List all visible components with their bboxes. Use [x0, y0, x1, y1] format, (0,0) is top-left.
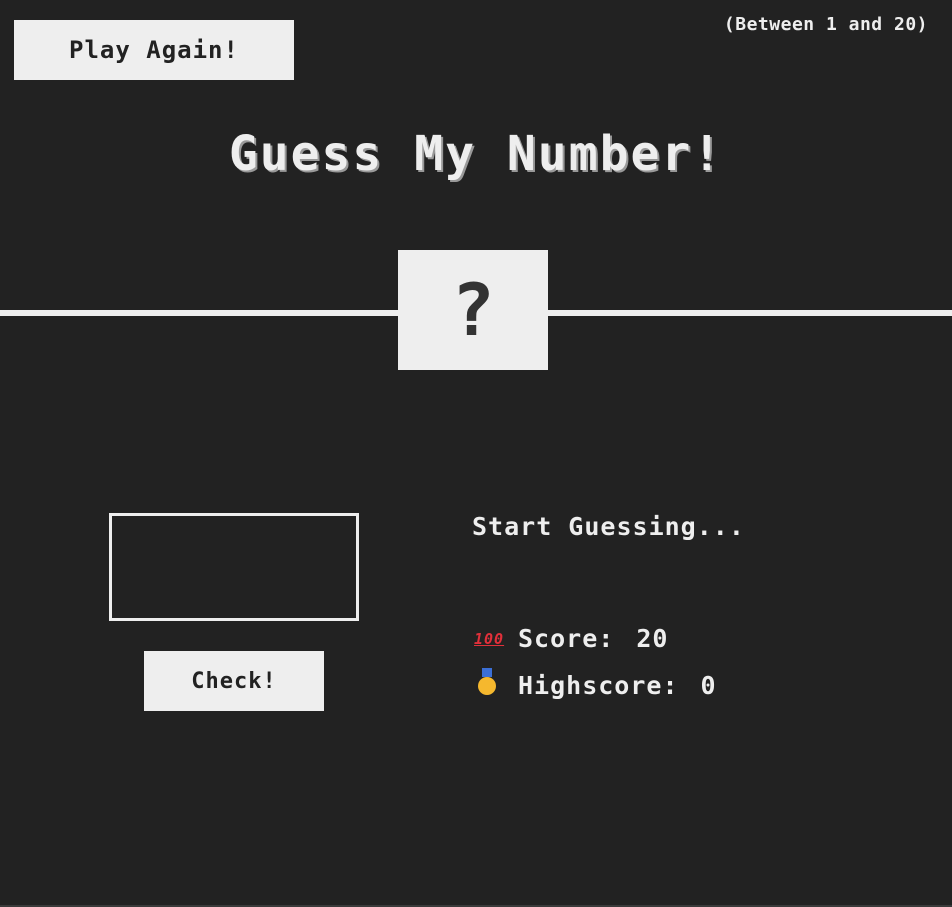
secret-number-box: ? — [398, 250, 548, 370]
play-again-button[interactable]: Play Again! — [14, 20, 294, 80]
check-button[interactable]: Check! — [144, 651, 324, 711]
score-row: 100 Score: 20 — [474, 624, 668, 653]
range-hint: (Between 1 and 20) — [723, 14, 928, 35]
highscore-row: Highscore: 0 — [474, 668, 717, 700]
game-page: Play Again! (Between 1 and 20) Guess My … — [0, 0, 952, 907]
status-message: Start Guessing... — [472, 512, 745, 541]
hundred-points-icon: 100 — [474, 629, 505, 648]
page-title: Guess My Number! — [228, 126, 724, 182]
score-value: 20 — [636, 624, 669, 653]
medal-icon — [474, 668, 500, 700]
guess-input[interactable] — [109, 513, 359, 621]
score-label: Score: — [518, 624, 615, 653]
highscore-label: Highscore: — [518, 671, 679, 700]
highscore-value: 0 — [700, 671, 717, 700]
